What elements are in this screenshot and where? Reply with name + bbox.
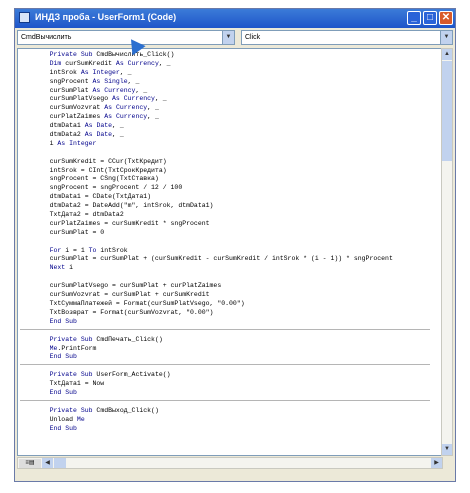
- code-line: intSrok As Integer, _: [34, 68, 132, 76]
- code-line: Unload Me: [34, 415, 85, 423]
- code-line: curPlatZaimes As Currency, _: [34, 113, 159, 121]
- code-text: Private Sub CmdВычислить_Click() Dim cur…: [20, 51, 430, 434]
- code-line: TxtДата2 = dtmData2: [34, 211, 124, 219]
- procedure-separator: [20, 399, 430, 405]
- procedure-separator: [20, 364, 430, 369]
- code-line: curSumPlat = 0: [34, 228, 105, 236]
- scroll-thumb-horizontal[interactable]: [54, 458, 66, 468]
- scroll-thumb[interactable]: [442, 61, 452, 161]
- code-line: curSumPlat As Currency, _: [34, 86, 148, 94]
- code-window: ИНДЗ проба - UserForm1 (Code) _ □ ✕ CmdВ…: [14, 8, 456, 482]
- code-line: Private Sub CmdПечать_Click(): [49, 335, 163, 343]
- code-line: For i = 1 To intSrok: [49, 246, 128, 254]
- code-line: i As Integer: [34, 139, 97, 147]
- code-line: Me.PrintForm: [49, 344, 97, 352]
- code-line: curSumVozvrat = curSumPlat + curSumKredi…: [34, 291, 210, 299]
- window-title: ИНДЗ проба - UserForm1 (Code): [35, 12, 177, 22]
- procedure-separator: [20, 328, 430, 334]
- code-line: End Sub: [49, 389, 77, 397]
- code-line: Private Sub CmdВычислить_Click(): [49, 51, 175, 58]
- view-toggle-icon[interactable]: ≡▤: [19, 459, 41, 468]
- scroll-right-icon[interactable]: ▶: [431, 458, 442, 468]
- code-line: End Sub: [49, 317, 77, 325]
- code-line: sngProcent = sngProcent / 12 / 100: [34, 184, 183, 192]
- code-line: dtmData1 As Date, _: [34, 122, 124, 130]
- code-line: Private Sub UserForm_Activate(): [49, 371, 171, 379]
- scroll-down-icon[interactable]: ▼: [442, 444, 452, 455]
- code-line: curSumPlatVsego As Currency, _: [34, 95, 167, 103]
- code-line: curSumPlatVsego = curSumPlat + curPlatZa…: [34, 282, 222, 290]
- code-line: TxtВозврат = Format(curSumVozvrat, "0.00…: [34, 308, 214, 316]
- status-bar: [15, 471, 455, 481]
- object-combo-value: CmdВычислить: [21, 34, 72, 41]
- code-line: TxtДата1 = Now: [34, 380, 105, 388]
- code-line: dtmData2 As Date, _: [34, 131, 124, 139]
- code-line: curSumVozvrat As Currency, _: [34, 104, 159, 112]
- code-line: curPlatZaimes = curSumKredit * sngProcen…: [34, 219, 210, 227]
- code-line: End Sub: [49, 353, 77, 361]
- code-line: End Sub: [49, 424, 77, 432]
- code-line: intSrok = CInt(TxtСрокКредита): [34, 166, 167, 174]
- chevron-down-icon[interactable]: ▼: [440, 31, 452, 44]
- code-line: Private Sub CmdВыход_Click(): [49, 406, 159, 414]
- code-line: sngProcent = CSng(TxtСтавка): [34, 175, 159, 183]
- close-button[interactable]: ✕: [439, 11, 453, 25]
- vertical-scrollbar[interactable]: ▲ ▼: [441, 48, 453, 456]
- code-editor[interactable]: Private Sub CmdВычислить_Click() Dim cur…: [17, 48, 443, 456]
- title-bar[interactable]: ИНДЗ проба - UserForm1 (Code) _ □ ✕: [15, 9, 455, 28]
- horizontal-scrollbar[interactable]: ≡▤ ◀ ▶: [17, 457, 443, 469]
- minimize-button[interactable]: _: [407, 11, 421, 25]
- code-line: sngProcent As Single, _: [34, 77, 140, 85]
- code-line: Next i: [49, 264, 74, 272]
- scroll-left-icon[interactable]: ◀: [42, 458, 53, 468]
- code-toolbar: CmdВычислить ▼ Click ▼: [17, 30, 453, 46]
- procedure-combo[interactable]: Click ▼: [241, 30, 453, 45]
- code-line: dtmData2 = DateAdd("m", intSrok, dtmData…: [34, 202, 214, 210]
- code-line: curSumPlat = curSumPlat + (curSumKredit …: [34, 255, 393, 263]
- vba-project-icon: [19, 12, 30, 23]
- code-line: TxtСуммаПлатежей = Format(curSumPlatVseg…: [34, 299, 245, 307]
- code-line: dtmData1 = CDate(TxtДата1): [34, 193, 152, 201]
- code-line: Dim curSumKredit As Currency, _: [49, 59, 171, 67]
- chevron-down-icon[interactable]: ▼: [222, 31, 234, 44]
- scroll-up-icon[interactable]: ▲: [442, 49, 452, 60]
- procedure-combo-value: Click: [245, 34, 261, 41]
- maximize-button[interactable]: □: [423, 11, 437, 25]
- code-line: curSumKredit = CCur(TxtКредит): [34, 157, 167, 165]
